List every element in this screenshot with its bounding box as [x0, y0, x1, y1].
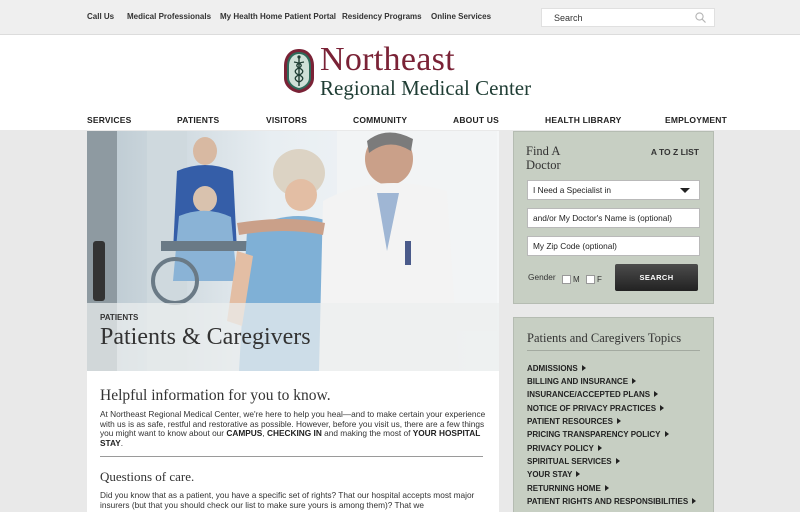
chevron-down-icon — [680, 188, 690, 193]
topic-label: ADMISSIONS — [527, 364, 578, 373]
gender-male-checkbox[interactable] — [562, 275, 571, 284]
topic-privacy-policy[interactable]: PRIVACY POLICY — [527, 444, 602, 453]
logo-wordmark-line2: Regional Medical Center — [320, 76, 532, 100]
caret-right-icon — [664, 431, 669, 437]
topic-label: PATIENT RESOURCES — [527, 417, 613, 426]
gender-male-label: M — [573, 275, 580, 284]
search-box — [541, 8, 715, 27]
utility-bar: Call Us Medical Professionals My Health … — [0, 0, 800, 35]
doctor-name-input[interactable] — [533, 213, 693, 223]
caret-right-icon — [616, 418, 621, 424]
caret-right-icon — [581, 365, 586, 371]
topic-label: RETURNING HOME — [527, 484, 601, 493]
intro-text-mid: and making the most of — [321, 428, 413, 438]
residency-programs-link[interactable]: Residency Programs — [342, 12, 422, 21]
section-kicker: PATIENTS — [100, 313, 139, 322]
topic-admissions[interactable]: ADMISSIONS — [527, 364, 586, 373]
nav-patients[interactable]: PATIENTS — [177, 115, 219, 125]
topic-label: PRICING TRANSPARENCY POLICY — [527, 430, 661, 439]
main-nav: SERVICES PATIENTS VISITORS COMMUNITY ABO… — [0, 110, 800, 130]
topic-patient-resources[interactable]: PATIENT RESOURCES — [527, 417, 621, 426]
nav-health-library[interactable]: HEALTH LIBRARY — [545, 115, 621, 125]
caret-right-icon — [597, 445, 602, 451]
online-services-link[interactable]: Online Services — [431, 12, 491, 21]
specialist-select[interactable]: I Need a Specialist in — [527, 180, 700, 200]
nav-community[interactable]: COMMUNITY — [353, 115, 407, 125]
checking-in-link[interactable]: CHECKING IN — [267, 428, 322, 438]
logo-wordmark-line1: Northeast — [320, 41, 455, 78]
gender-female-label: F — [597, 275, 602, 284]
intro-paragraph: At Northeast Regional Medical Center, we… — [100, 409, 490, 448]
topic-label: NOTICE OF PRIVACY PRACTICES — [527, 404, 657, 413]
topic-label: SPIRITUAL SERVICES — [527, 457, 612, 466]
campus-link[interactable]: CAMPUS — [226, 428, 262, 438]
a-to-z-list-link[interactable]: A TO Z LIST — [651, 147, 699, 157]
search-input[interactable] — [542, 9, 702, 26]
site-logo[interactable]: Northeast Regional Medical Center — [283, 41, 531, 100]
topic-label: PRIVACY POLICY — [527, 444, 594, 453]
doctor-name-field — [527, 208, 700, 228]
page-title: Patients & Caregivers — [100, 324, 311, 350]
topic-patient-rights[interactable]: PATIENT RIGHTS AND RESPONSIBILITIES — [527, 497, 697, 506]
topic-label: INSURANCE/ACCEPTED PLANS — [527, 390, 651, 399]
caret-right-icon — [604, 485, 609, 491]
gender-female-checkbox[interactable] — [586, 275, 595, 284]
zip-code-input[interactable] — [533, 241, 693, 251]
patient-portal-link[interactable]: My Health Home Patient Portal — [220, 12, 336, 21]
doctor-search-button[interactable]: SEARCH — [615, 264, 698, 291]
nav-visitors[interactable]: VISITORS — [266, 115, 307, 125]
nav-services[interactable]: SERVICES — [87, 115, 131, 125]
article-subheading: Questions of care. — [100, 469, 195, 484]
topics-title: Patients and Caregivers Topics — [527, 331, 682, 345]
topic-label: PATIENT RIGHTS AND RESPONSIBILITIES — [527, 497, 689, 506]
caret-right-icon — [576, 471, 581, 477]
intro-period: . — [120, 437, 124, 448]
medical-professionals-link[interactable]: Medical Professionals — [127, 12, 211, 21]
topic-label: BILLING AND INSURANCE — [527, 377, 629, 386]
caduceus-logo-icon — [284, 49, 314, 93]
search-icon[interactable] — [695, 12, 706, 23]
topic-insurance-accepted-plans[interactable]: INSURANCE/ACCEPTED PLANS — [527, 390, 659, 399]
nav-about-us[interactable]: ABOUT US — [453, 115, 499, 125]
zip-code-field — [527, 236, 700, 256]
questions-paragraph: Did you know that as a patient, you have… — [100, 490, 475, 510]
topic-billing-and-insurance[interactable]: BILLING AND INSURANCE — [527, 377, 637, 386]
article-heading: Helpful information for you to know. — [100, 387, 331, 404]
specialist-select-value: I Need a Specialist in — [533, 185, 611, 195]
topic-notice-of-privacy-practices[interactable]: NOTICE OF PRIVACY PRACTICES — [527, 404, 665, 413]
caret-right-icon — [654, 391, 659, 397]
topic-spiritual-services[interactable]: SPIRITUAL SERVICES — [527, 457, 620, 466]
topic-your-stay[interactable]: YOUR STAY — [527, 470, 581, 479]
divider — [100, 456, 483, 457]
topic-pricing-transparency-policy[interactable]: PRICING TRANSPARENCY POLICY — [527, 430, 669, 439]
topic-returning-home[interactable]: RETURNING HOME — [527, 484, 609, 493]
topic-label: YOUR STAY — [527, 470, 573, 479]
call-us-link[interactable]: Call Us — [87, 12, 114, 21]
caret-right-icon — [660, 405, 665, 411]
hero-caption: PATIENTS Patients & Caregivers — [87, 303, 499, 371]
caret-right-icon — [692, 498, 697, 504]
find-doctor-title: Find A Doctor — [526, 144, 561, 172]
find-a-doctor-panel: Find A Doctor A TO Z LIST I Need a Speci… — [513, 131, 714, 304]
caret-right-icon — [632, 378, 637, 384]
nav-employment[interactable]: EMPLOYMENT — [665, 115, 727, 125]
article-body: Helpful information for you to know. At … — [87, 371, 499, 512]
topics-panel: Patients and Caregivers Topics ADMISSION… — [513, 317, 714, 512]
caret-right-icon — [615, 458, 620, 464]
topics-divider — [527, 350, 700, 351]
gender-label: Gender — [528, 272, 556, 282]
